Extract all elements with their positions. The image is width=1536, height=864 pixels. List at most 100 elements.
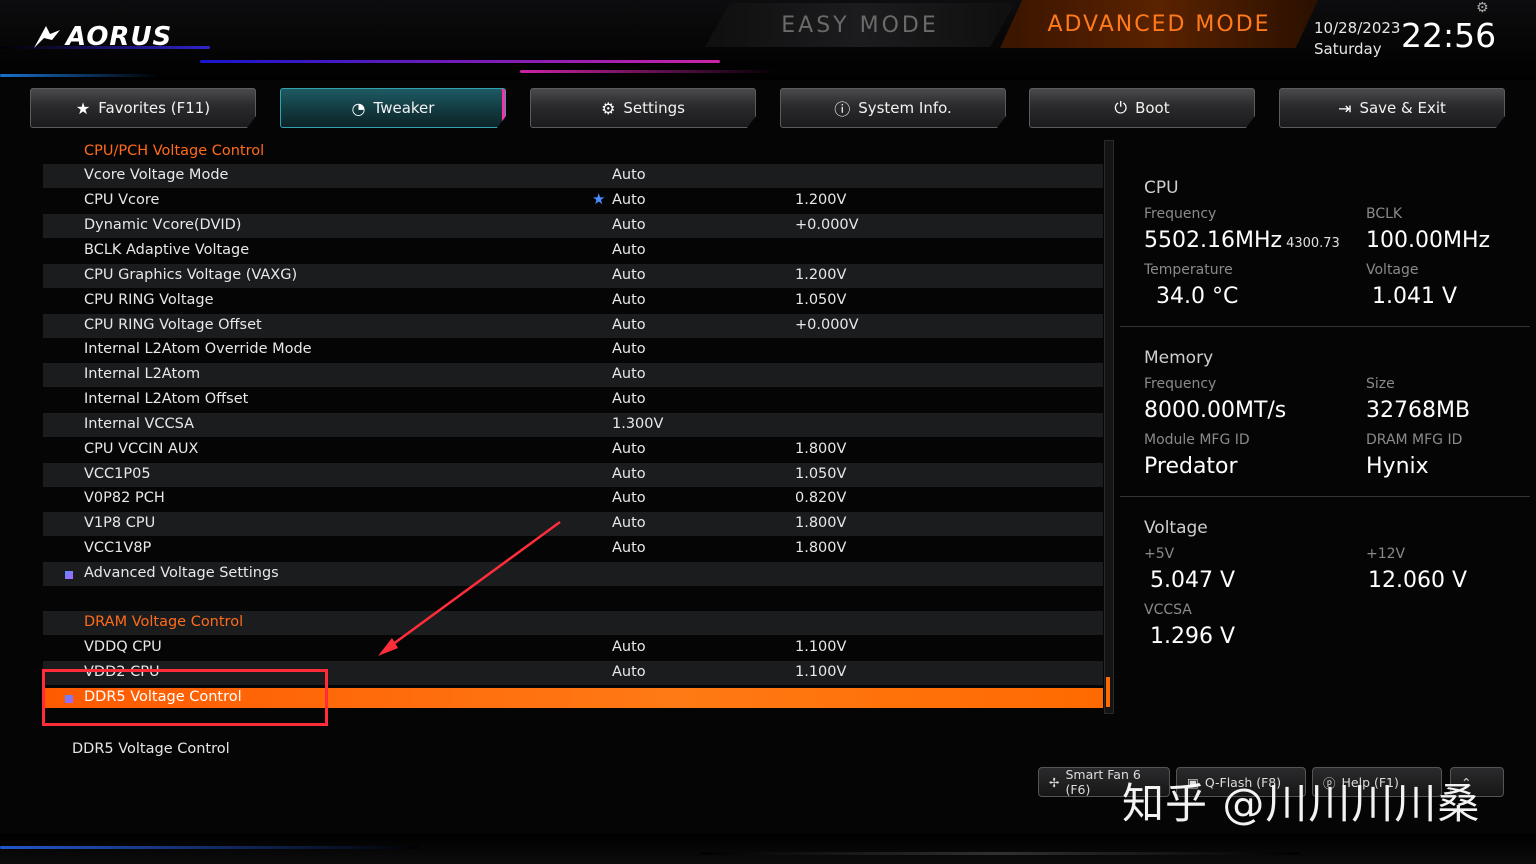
setting-row[interactable]: VCC1P05 Auto 1.050V — [43, 463, 1103, 487]
cpu-frequency-sub: 4300.73 — [1286, 236, 1340, 251]
row-value[interactable]: Auto — [612, 391, 646, 407]
setting-row[interactable]: Internal L2Atom Offset Auto — [43, 388, 1103, 412]
setting-row[interactable]: CPU VCCIN AUX Auto 1.800V — [43, 438, 1103, 462]
row-value[interactable]: Auto — [612, 664, 646, 680]
star-folder-icon: ★ — [75, 98, 91, 118]
divider — [1120, 496, 1530, 497]
row-value[interactable]: Auto — [612, 167, 646, 183]
row-label: Internal L2Atom Offset — [84, 391, 249, 407]
advanced-mode-button[interactable]: ADVANCED MODE — [1000, 0, 1318, 48]
row-value[interactable]: Auto — [612, 192, 646, 208]
row-current: 1.800V — [795, 515, 847, 531]
system-info-panel: CPU Frequency 5502.16MHz 4300.73 BCLK 100… — [1120, 140, 1536, 700]
row-label: VCC1V8P — [84, 540, 152, 556]
row-label: V0P82 PCH — [84, 490, 165, 506]
day-text: Saturday — [1314, 40, 1382, 58]
settings-swirl-icon[interactable]: ⚙ — [1476, 0, 1492, 16]
setting-row[interactable]: Internal L2Atom Override Mode Auto — [43, 338, 1103, 362]
help-description: DDR5 Voltage Control — [72, 741, 230, 757]
setting-row[interactable]: VCC1V8P Auto 1.800V — [43, 537, 1103, 561]
tab-save-exit[interactable]: ⇥ Save & Exit — [1279, 88, 1505, 128]
row-current: 1.100V — [795, 664, 847, 680]
row-current: 1.100V — [795, 639, 847, 655]
row-label: Advanced Voltage Settings — [84, 565, 279, 581]
tab-system-info[interactable]: ⓘ System Info. — [780, 88, 1006, 128]
setting-row[interactable]: Internal L2Atom Auto — [43, 363, 1103, 387]
tab-tweaker[interactable]: ◔ Tweaker — [280, 88, 506, 128]
row-label: CPU VCCIN AUX — [84, 441, 199, 457]
setting-row[interactable]: CPU RING Voltage Offset Auto +0.000V — [43, 314, 1103, 338]
row-value[interactable]: Auto — [612, 515, 646, 531]
row-label: BCLK Adaptive Voltage — [84, 242, 250, 258]
row-label: CPU RING Voltage — [84, 292, 214, 308]
submenu-advanced-voltage[interactable]: Advanced Voltage Settings — [43, 562, 1103, 586]
row-value[interactable]: Auto — [612, 639, 646, 655]
tab-label: Save & Exit — [1359, 99, 1446, 117]
setting-row[interactable]: CPU Graphics Voltage (VAXG) Auto 1.200V — [43, 264, 1103, 288]
footer-decor — [0, 834, 1536, 864]
list-scrollbar[interactable] — [1104, 140, 1114, 714]
voltage-section-title: Voltage — [1144, 518, 1208, 538]
memory-size-value: 32768MB — [1366, 398, 1471, 423]
easy-mode-button[interactable]: EASY MODE — [705, 3, 1015, 47]
main-tabs: ★ Favorites (F11) ◔ Tweaker ⚙ Settings ⓘ… — [30, 88, 1506, 128]
power-icon: ⏻ — [1114, 98, 1128, 117]
setting-row[interactable]: CPU RING Voltage Auto 1.050V — [43, 289, 1103, 313]
cpu-section-title: CPU — [1144, 178, 1179, 198]
row-value[interactable]: Auto — [612, 242, 646, 258]
row-label: Internal VCCSA — [84, 416, 195, 432]
setting-row[interactable]: CPU Vcore ★ Auto 1.200V — [43, 189, 1103, 213]
cpu-frequency-value: 5502.16MHz 4300.73 — [1144, 228, 1340, 253]
favorite-star-icon[interactable]: ★ — [592, 190, 605, 208]
setting-row[interactable]: V1P8 CPU Auto 1.800V — [43, 512, 1103, 536]
row-value[interactable]: Auto — [612, 490, 646, 506]
row-value[interactable]: Auto — [612, 341, 646, 357]
row-value[interactable]: Auto — [612, 441, 646, 457]
setting-row[interactable]: Internal VCCSA 1.300V — [43, 413, 1103, 437]
decor-streak — [700, 852, 1300, 855]
row-current: 0.820V — [795, 490, 847, 506]
setting-row[interactable]: Dynamic Vcore(DVID) Auto +0.000V — [43, 214, 1103, 238]
cpu-frequency: 5502.16MHz — [1144, 228, 1283, 253]
row-value[interactable]: Auto — [612, 292, 646, 308]
cpu-voltage-value: 1.041 V — [1372, 284, 1458, 309]
row-current: 1.200V — [795, 192, 847, 208]
submenu-bullet-icon — [65, 571, 73, 579]
divider — [1120, 326, 1530, 327]
row-label: CPU/PCH Voltage Control — [84, 143, 265, 159]
dram-mfg-value: Hynix — [1366, 454, 1429, 479]
vccsa-label: VCCSA — [1144, 602, 1192, 618]
setting-row[interactable]: BCLK Adaptive Voltage Auto — [43, 239, 1103, 263]
row-value[interactable]: Auto — [612, 466, 646, 482]
memory-frequency-label: Frequency — [1144, 376, 1217, 392]
row-value[interactable]: Auto — [612, 217, 646, 233]
scrollbar-thumb[interactable] — [1106, 677, 1110, 707]
setting-row[interactable]: Vcore Voltage Mode Auto — [43, 164, 1103, 188]
row-value[interactable]: 1.300V — [612, 416, 663, 432]
setting-row[interactable]: VDDQ CPU Auto 1.100V — [43, 636, 1103, 660]
row-label: CPU Graphics Voltage (VAXG) — [84, 267, 298, 283]
row-value[interactable]: Auto — [612, 317, 646, 333]
section-header-cpu-pch[interactable]: CPU/PCH Voltage Control — [43, 140, 1103, 164]
row-value[interactable]: Auto — [612, 540, 646, 556]
row-value[interactable]: Auto — [612, 267, 646, 283]
section-header-dram[interactable]: DRAM Voltage Control — [43, 611, 1103, 635]
gauge-icon: ◔ — [351, 98, 366, 118]
decor-streak — [200, 60, 720, 63]
row-label: Vcore Voltage Mode — [84, 167, 229, 183]
eagle-icon — [34, 26, 60, 48]
decor-streak — [0, 74, 160, 77]
tab-settings[interactable]: ⚙ Settings — [530, 88, 756, 128]
module-mfg-label: Module MFG ID — [1144, 432, 1250, 448]
tab-boot[interactable]: ⏻ Boot — [1029, 88, 1255, 128]
memory-frequency-value: 8000.00MT/s — [1144, 398, 1287, 423]
bclk-label: BCLK — [1366, 206, 1403, 222]
row-value[interactable]: Auto — [612, 366, 646, 382]
vccsa-value: 1.296 V — [1150, 624, 1236, 649]
row-label: VCC1P05 — [84, 466, 151, 482]
tab-label: Settings — [623, 99, 685, 117]
row-label: Dynamic Vcore(DVID) — [84, 217, 242, 233]
decor-streak — [0, 846, 420, 849]
tab-favorites[interactable]: ★ Favorites (F11) — [30, 88, 256, 128]
setting-row[interactable]: V0P82 PCH Auto 0.820V — [43, 487, 1103, 511]
